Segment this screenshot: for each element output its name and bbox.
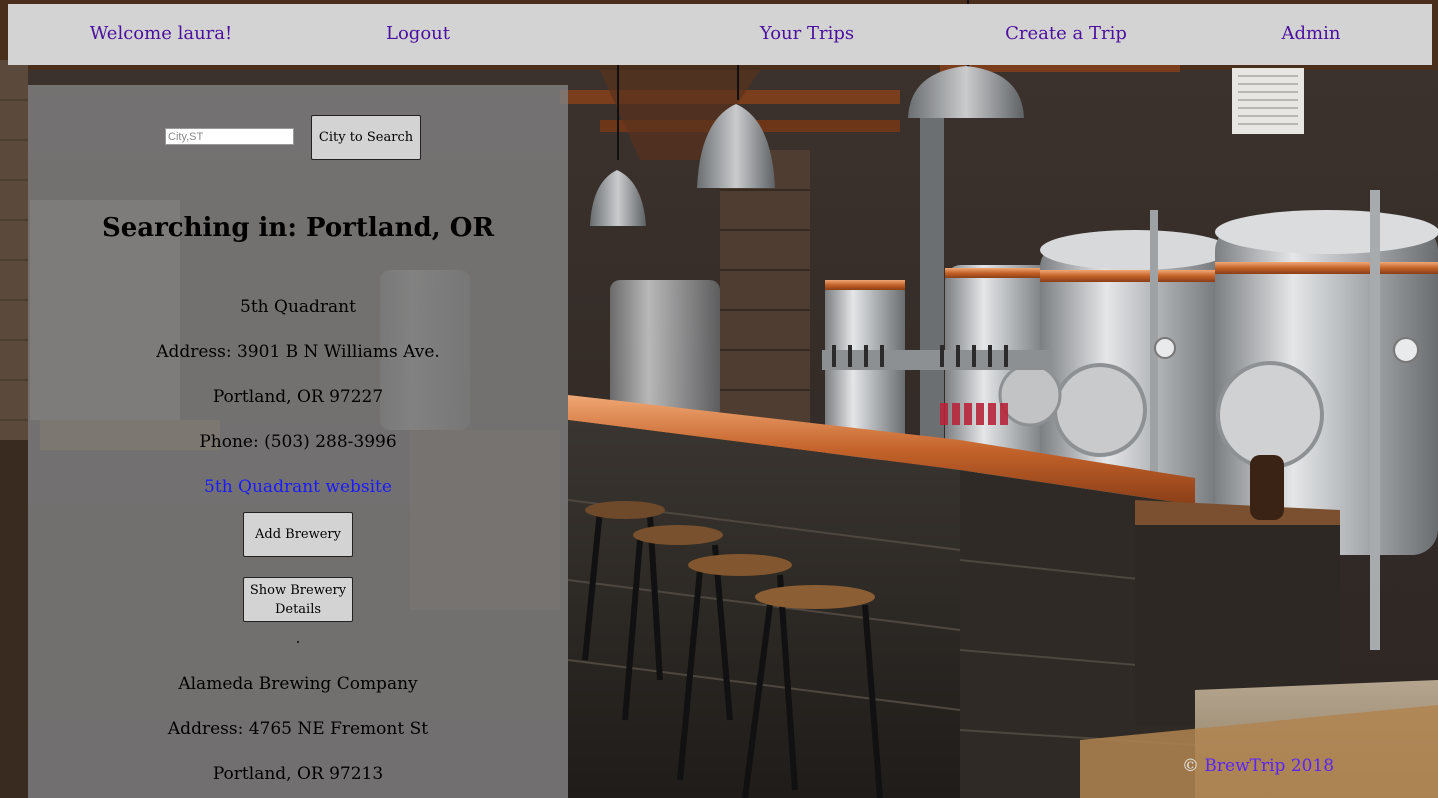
details-label-line-1: Show Brewery xyxy=(249,582,347,598)
add-brewery-button[interactable]: Add Brewery xyxy=(243,512,353,557)
nav-create-trip-link[interactable]: Create a Trip xyxy=(1005,23,1127,44)
nav-welcome-user[interactable]: Welcome laura! xyxy=(90,23,232,44)
city-search-input[interactable] xyxy=(165,128,294,145)
footer-brewtrip-link[interactable]: BrewTrip 2018 xyxy=(1204,756,1334,776)
show-brewery-details-button[interactable]: Show Brewery Details xyxy=(243,577,353,622)
brewery-website-link[interactable]: 5th Quadrant website xyxy=(204,477,392,497)
nav-admin-link[interactable]: Admin xyxy=(1282,23,1341,44)
details-label-line-2: Details xyxy=(274,601,322,617)
brewery-address: Address: 4765 NE Fremont St xyxy=(167,719,429,739)
searching-in-heading: Searching in: Portland, OR xyxy=(101,213,495,243)
brewery-city-line: Portland, OR 97213 xyxy=(212,764,384,784)
brewery-address: Address: 3901 B N Williams Ave. xyxy=(156,342,440,362)
brewery-name: Alameda Brewing Company xyxy=(178,674,418,694)
nav-your-trips-link[interactable]: Your Trips xyxy=(760,23,854,44)
nav-logout-link[interactable]: Logout xyxy=(386,23,450,44)
separator-dot xyxy=(297,641,299,643)
copyright-symbol: © xyxy=(1182,756,1199,776)
brewery-search-panel: City to Search Searching in: Portland, O… xyxy=(28,85,568,798)
brewery-phone: Phone: (503) 288-3996 xyxy=(199,432,397,452)
footer: © BrewTrip 2018 xyxy=(1182,756,1334,776)
brewery-city-line: Portland, OR 97227 xyxy=(212,387,384,407)
brewery-name: 5th Quadrant xyxy=(240,297,356,317)
top-nav-bar: Welcome laura! Logout Your Trips Create … xyxy=(8,4,1432,65)
city-search-form: City to Search xyxy=(28,115,568,161)
city-search-button[interactable]: City to Search xyxy=(311,115,421,160)
